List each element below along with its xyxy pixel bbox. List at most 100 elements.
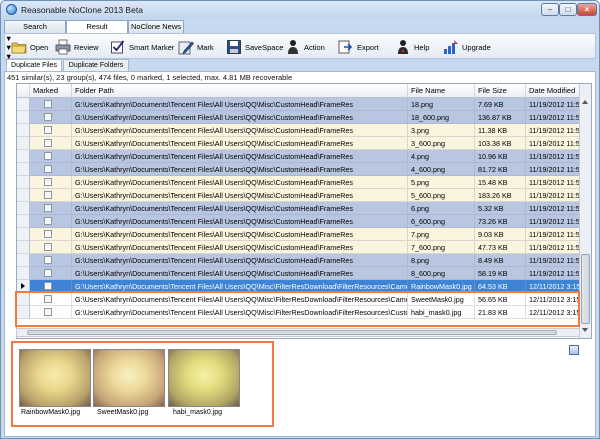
row-header[interactable]: [17, 228, 30, 241]
row-header[interactable]: [17, 215, 30, 228]
open-button[interactable]: Open: [11, 37, 48, 57]
mark-checkbox[interactable]: [44, 100, 52, 108]
cell-file-size: 5.32 KB: [475, 202, 526, 215]
row-header[interactable]: [17, 267, 30, 280]
cell-file-name: 18_600.png: [408, 111, 475, 124]
cell-marked: [30, 98, 72, 111]
mark-checkbox[interactable]: [44, 243, 52, 251]
tab-duplicate-folders[interactable]: Duplicate Folders: [63, 59, 129, 71]
row-header[interactable]: [17, 137, 30, 150]
table-row[interactable]: G:\Users\Kathryn\Documents\Tencent Files…: [17, 163, 581, 176]
cell-folder-path: G:\Users\Kathryn\Documents\Tencent Files…: [72, 137, 408, 150]
tab-search[interactable]: Search: [4, 20, 66, 33]
vertical-scrollbar[interactable]: [579, 84, 591, 338]
vertical-scroll-thumb[interactable]: [581, 254, 590, 324]
row-header[interactable]: [17, 202, 30, 215]
thumbnail-habi-mask0[interactable]: [168, 349, 240, 407]
table-row[interactable]: G:\Users\Kathryn\Documents\Tencent Files…: [17, 150, 581, 163]
table-row[interactable]: G:\Users\Kathryn\Documents\Tencent Files…: [17, 176, 581, 189]
table-row[interactable]: G:\Users\Kathryn\Documents\Tencent Files…: [17, 241, 581, 254]
scroll-up-icon[interactable]: [582, 100, 588, 104]
table-row[interactable]: G:\Users\Kathryn\Documents\Tencent Files…: [17, 267, 581, 280]
mark-checkbox[interactable]: [44, 126, 52, 134]
row-header[interactable]: [17, 150, 30, 163]
upgrade-button[interactable]: Upgrade: [443, 37, 491, 57]
mark-checkbox[interactable]: [44, 165, 52, 173]
close-button[interactable]: ×: [577, 3, 597, 16]
title-bar: Reasonable NoClone 2013 Beta – □ ×: [1, 1, 599, 19]
mark-checkbox[interactable]: [44, 282, 52, 290]
row-header[interactable]: [17, 98, 30, 111]
cell-marked: [30, 137, 72, 150]
cell-folder-path: G:\Users\Kathryn\Documents\Tencent Files…: [72, 267, 408, 280]
table-row[interactable]: G:\Users\Kathryn\Documents\Tencent Files…: [17, 137, 581, 150]
column-file-name[interactable]: File Name: [408, 84, 475, 98]
thumbnail-label-habi-mask0: habi_mask0.jpg: [173, 409, 223, 416]
horizontal-scrollbar[interactable]: [16, 328, 580, 337]
mark-checkbox[interactable]: [44, 204, 52, 212]
scroll-down-icon[interactable]: [582, 328, 588, 332]
thumbnail-rainbowmask0[interactable]: [19, 349, 91, 407]
row-header-corner: [17, 84, 30, 98]
thumbnail-sweetmask0[interactable]: [93, 349, 165, 407]
mark-checkbox[interactable]: [44, 217, 52, 225]
person-action-icon: [288, 40, 298, 54]
tab-result[interactable]: Result: [66, 20, 128, 34]
export-button[interactable]: Export: [338, 37, 379, 57]
help-label: Help: [414, 42, 430, 52]
table-row[interactable]: G:\Users\Kathryn\Documents\Tencent Files…: [17, 98, 581, 111]
export-arrow-icon: [338, 40, 353, 54]
tab-noclone-news[interactable]: NoClone News: [128, 20, 184, 33]
mark-label: Mark: [197, 42, 214, 52]
mark-checkbox[interactable]: [44, 269, 52, 277]
mark-checkbox[interactable]: [44, 152, 52, 160]
row-header[interactable]: [17, 124, 30, 137]
review-button[interactable]: Review: [55, 37, 99, 57]
cell-marked: [30, 241, 72, 254]
cell-marked: [30, 111, 72, 124]
cell-date-modified: 11/19/2012 11:5: [526, 254, 581, 267]
cell-file-size: 103.38 KB: [475, 137, 526, 150]
mark-checkbox[interactable]: [44, 139, 52, 147]
smart-marker-button[interactable]: Smart Marker: [110, 37, 174, 57]
mark-checkbox[interactable]: [44, 191, 52, 199]
mark-checkbox[interactable]: [44, 178, 52, 186]
table-row[interactable]: G:\Users\Kathryn\Documents\Tencent Files…: [17, 215, 581, 228]
mark-button[interactable]: Mark: [178, 37, 214, 57]
column-folder-path[interactable]: Folder Path: [72, 84, 408, 98]
savespace-button[interactable]: SaveSpace: [226, 37, 283, 57]
column-file-size[interactable]: File Size: [475, 84, 526, 98]
cell-date-modified: 11/19/2012 11:5: [526, 202, 581, 215]
minimize-button[interactable]: –: [541, 3, 559, 16]
column-date-modified[interactable]: Date Modified: [526, 84, 586, 98]
open-label: Open: [30, 42, 49, 52]
column-marked[interactable]: Marked: [30, 84, 72, 98]
cell-file-name: 7_600.png: [408, 241, 475, 254]
row-header[interactable]: [17, 163, 30, 176]
cell-folder-path: G:\Users\Kathryn\Documents\Tencent Files…: [72, 215, 408, 228]
row-header[interactable]: [17, 241, 30, 254]
row-header[interactable]: [17, 111, 30, 124]
table-row[interactable]: G:\Users\Kathryn\Documents\Tencent Files…: [17, 202, 581, 215]
horizontal-scroll-thumb[interactable]: [27, 330, 557, 335]
mark-checkbox[interactable]: [44, 113, 52, 121]
row-header[interactable]: [17, 254, 30, 267]
row-header[interactable]: [17, 189, 30, 202]
cell-marked: [30, 124, 72, 137]
row-header[interactable]: [17, 176, 30, 189]
help-button[interactable]: Help: [395, 37, 429, 57]
save-preview-icon[interactable]: [569, 345, 579, 355]
mark-checkbox[interactable]: [44, 256, 52, 264]
table-row[interactable]: G:\Users\Kathryn\Documents\Tencent Files…: [17, 111, 581, 124]
table-row[interactable]: G:\Users\Kathryn\Documents\Tencent Files…: [17, 254, 581, 267]
table-row[interactable]: G:\Users\Kathryn\Documents\Tencent Files…: [17, 124, 581, 137]
tab-duplicate-files[interactable]: Duplicate Files: [6, 59, 62, 71]
action-button[interactable]: Action: [285, 37, 325, 57]
maximize-button[interactable]: □: [559, 3, 577, 16]
window-title: Reasonable NoClone 2013 Beta: [21, 5, 143, 15]
cell-folder-path: G:\Users\Kathryn\Documents\Tencent Files…: [72, 98, 408, 111]
table-row[interactable]: G:\Users\Kathryn\Documents\Tencent Files…: [17, 228, 581, 241]
mark-checkbox[interactable]: [44, 230, 52, 238]
cell-folder-path: G:\Users\Kathryn\Documents\Tencent Files…: [72, 124, 408, 137]
table-row[interactable]: G:\Users\Kathryn\Documents\Tencent Files…: [17, 189, 581, 202]
